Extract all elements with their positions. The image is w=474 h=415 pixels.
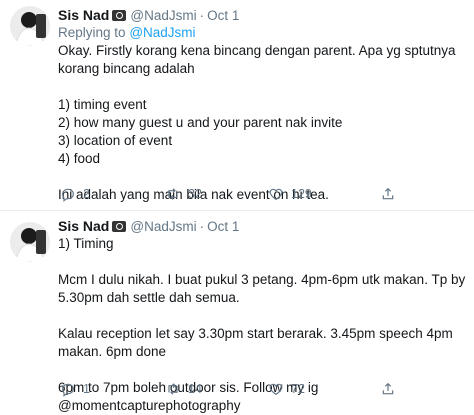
replying-to: Replying to @NadJsmi — [58, 24, 196, 42]
share-button[interactable] — [380, 186, 396, 202]
tweet-text-line: Okay. Firstly korang kena bincang dengan… — [58, 43, 456, 76]
reply-button[interactable]: 2 — [60, 186, 90, 202]
tweet-date[interactable]: Oct 1 — [207, 219, 239, 234]
separator-dot: · — [199, 8, 205, 23]
tweet-text-line: 3) location of event — [58, 133, 173, 148]
tweet-header: Sis Nad @NadJsmi · Oct 1 — [58, 217, 239, 236]
camera-icon — [112, 221, 127, 232]
like-button[interactable]: 72 — [268, 381, 305, 397]
share-icon — [382, 187, 394, 200]
tweet-text-line: 1) timing event — [58, 97, 147, 112]
like-button[interactable]: 129 — [268, 186, 312, 202]
camera-icon — [112, 10, 127, 21]
avatar[interactable] — [10, 6, 50, 46]
retweet-count: 14 — [188, 382, 202, 396]
reply-icon — [62, 188, 74, 202]
reply-button[interactable]: 1 — [60, 381, 90, 397]
replying-prefix: Replying to — [58, 25, 126, 40]
like-count: 72 — [291, 382, 305, 396]
user-handle[interactable]: @NadJsmi — [130, 8, 196, 23]
retweet-icon — [168, 188, 178, 200]
tweet-header: Sis Nad @NadJsmi · Oct 1 — [58, 6, 239, 25]
tweet-text-line: Mcm I dulu nikah. I buat pukul 3 petang.… — [58, 272, 466, 305]
like-count: 129 — [291, 187, 312, 201]
retweet-icon — [168, 383, 178, 395]
tweet-text-line: 2) how many guest u and your parent nak … — [58, 115, 343, 130]
heart-icon — [269, 188, 283, 201]
share-icon — [382, 382, 394, 395]
tweet-text-line: 4) food — [58, 151, 101, 166]
tweet-text-line: 1) Timing — [58, 236, 114, 251]
tweet-text-line: Kalau reception let say 3.30pm start ber… — [58, 326, 453, 359]
reply-icon — [62, 383, 74, 397]
tweet[interactable]: Sis Nad @NadJsmi · Oct 1 Replying to @NadJs… — [0, 0, 474, 211]
display-name[interactable]: Sis Nad — [58, 7, 109, 23]
tweet-text: Okay. Firstly korang kena bincang dengan… — [58, 42, 468, 204]
reply-count: 1 — [83, 382, 90, 396]
tweet-actions: 2 32 129 — [58, 186, 438, 204]
tweet-date[interactable]: Oct 1 — [207, 8, 239, 23]
tweet[interactable]: Sis Nad @NadJsmi · Oct 1 1) Timing Mcm I du… — [0, 211, 474, 413]
tweet-actions: 1 14 72 — [58, 381, 438, 399]
retweet-count: 32 — [188, 187, 202, 201]
replying-mention-link[interactable]: @NadJsmi — [129, 25, 195, 40]
user-handle[interactable]: @NadJsmi — [130, 219, 196, 234]
share-button[interactable] — [380, 381, 396, 397]
reply-count: 2 — [83, 187, 90, 201]
separator-dot: · — [199, 219, 205, 234]
heart-icon — [269, 383, 283, 396]
retweet-button[interactable]: 14 — [165, 381, 202, 397]
avatar[interactable] — [10, 222, 50, 262]
retweet-button[interactable]: 32 — [165, 186, 202, 202]
display-name[interactable]: Sis Nad — [58, 218, 109, 234]
